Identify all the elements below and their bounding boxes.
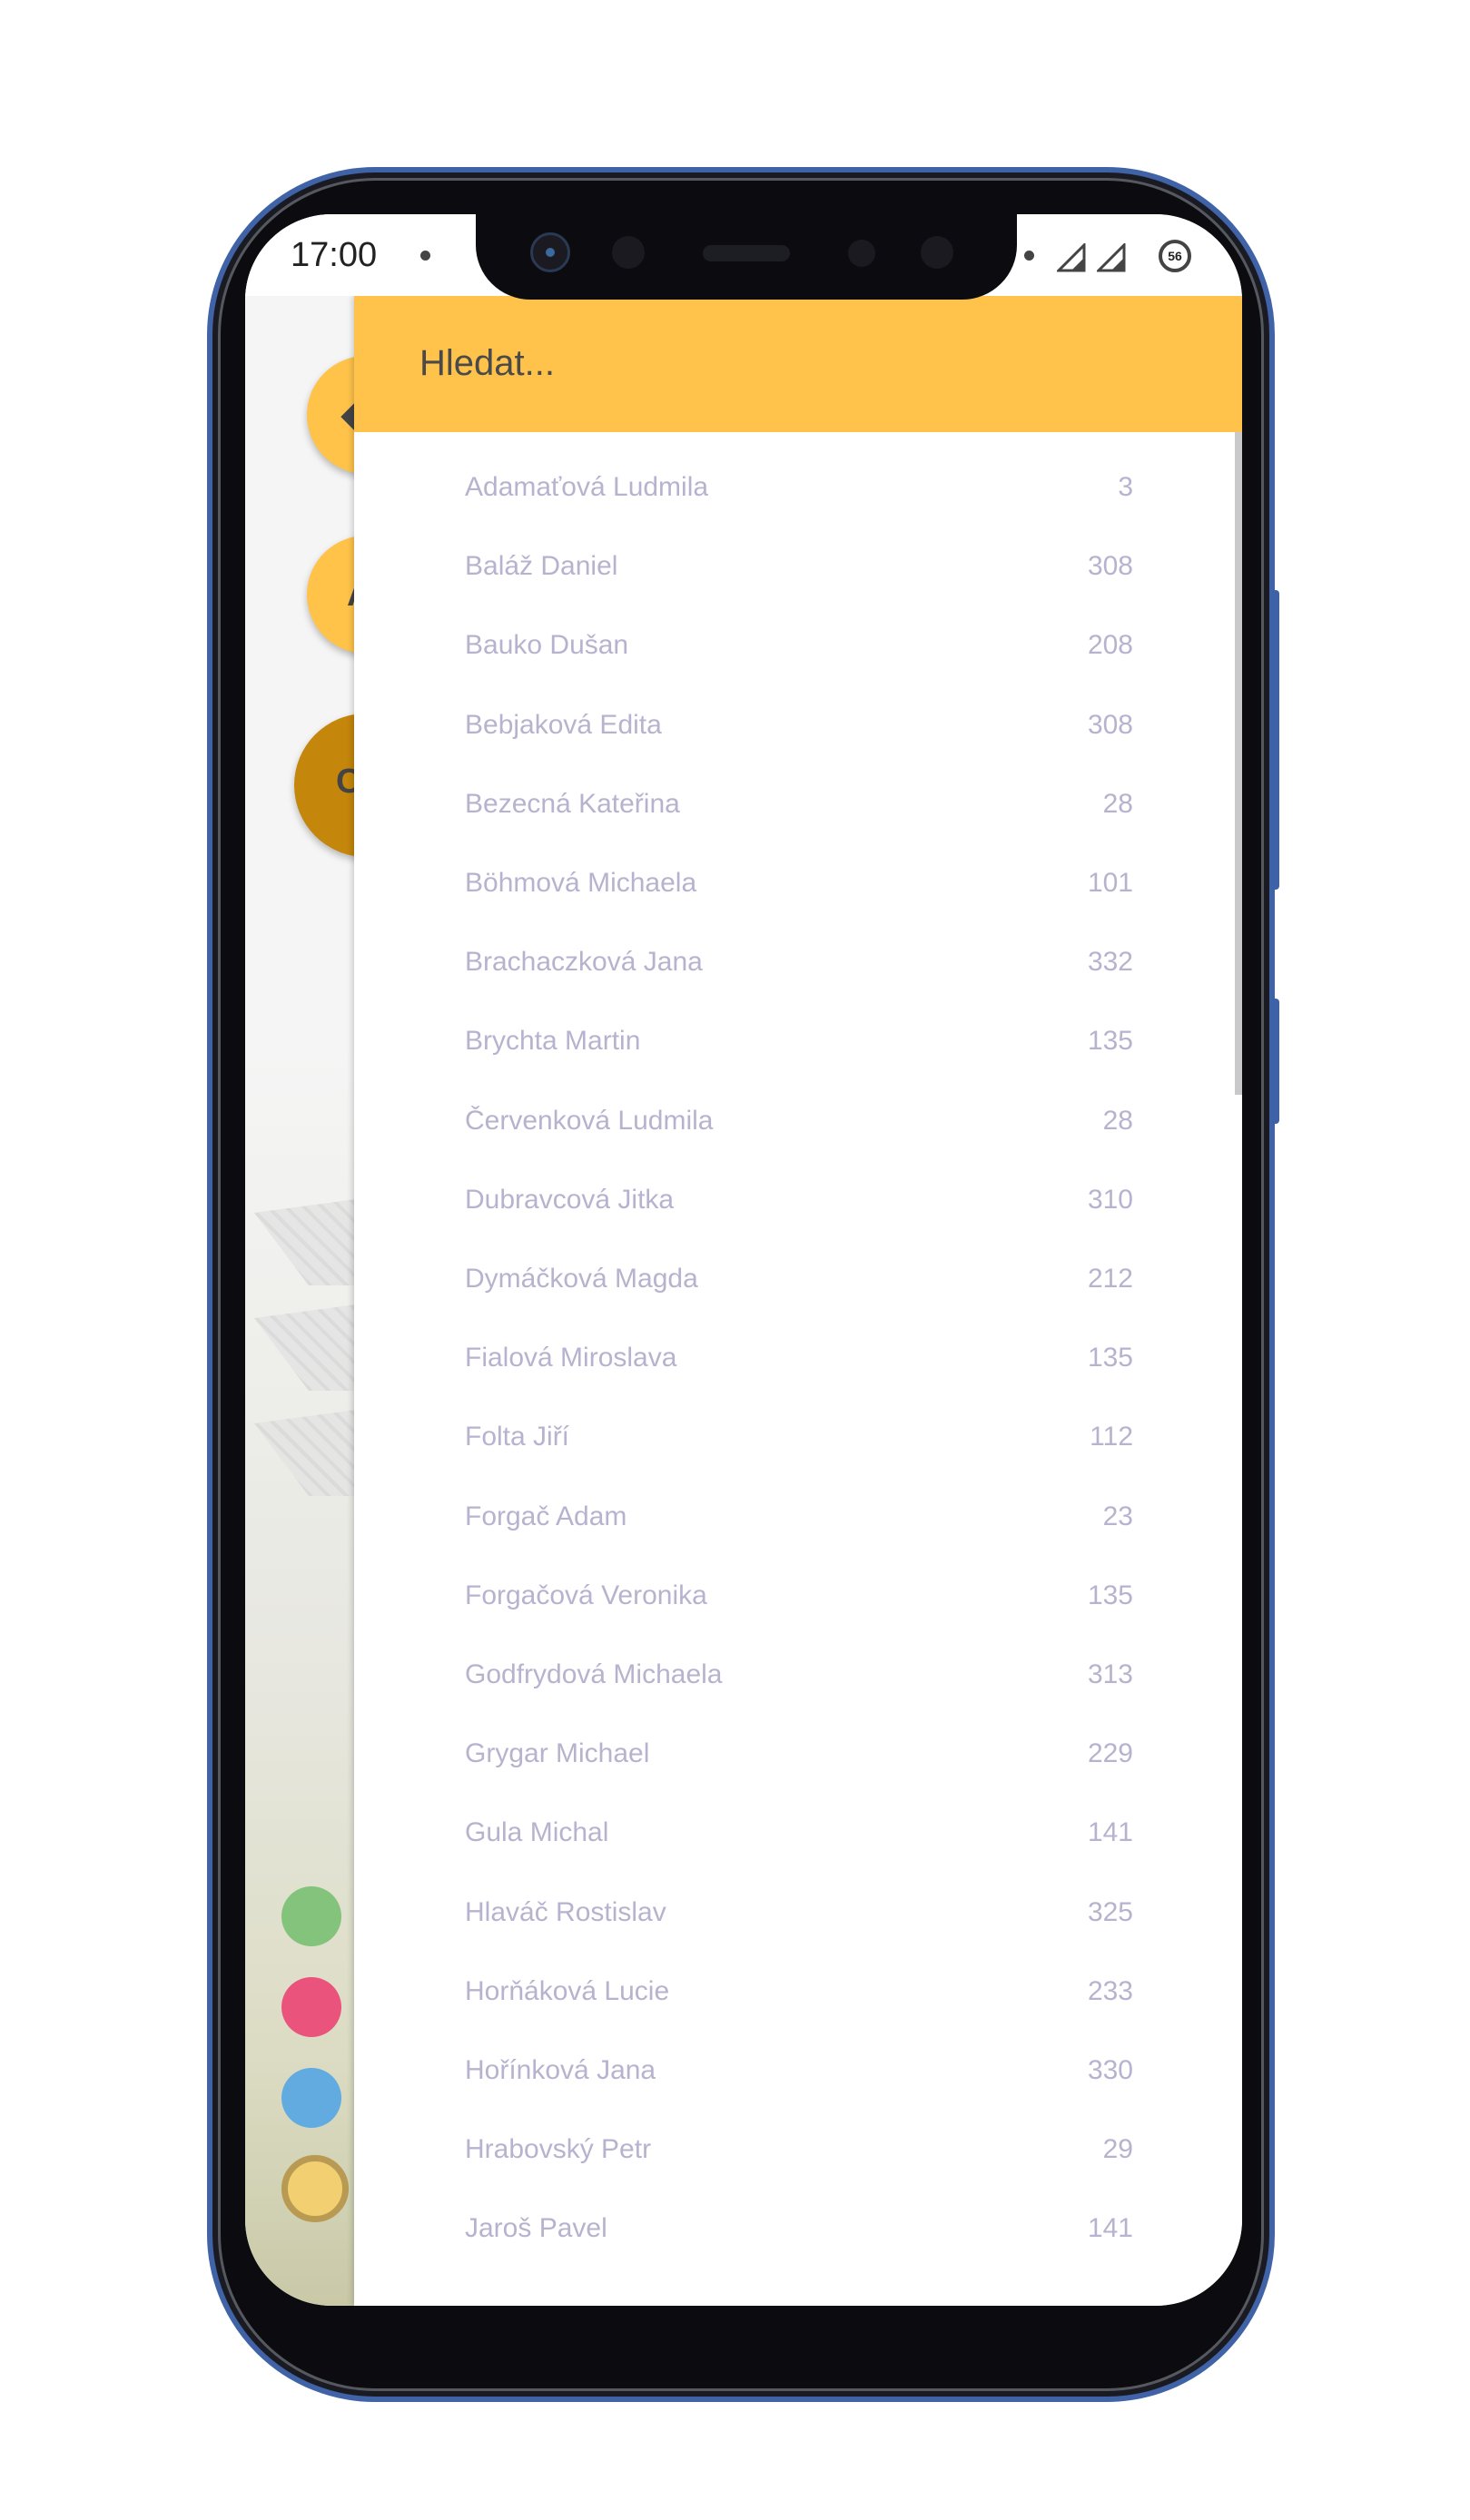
list-item-number: 101 [1087, 868, 1133, 898]
notification-dot-icon [420, 251, 430, 261]
sensor-icon [848, 240, 875, 267]
list-item-number: 135 [1087, 1026, 1133, 1057]
list-item[interactable]: Fialová Miroslava 135 [354, 1321, 1242, 1401]
sensor-icon [921, 236, 953, 269]
list-item-name: Gula Michal [465, 1817, 609, 1848]
phone-screen: ◆ A C 17:00 56 Adamaťová Ludmila 3 Baláž D… [245, 214, 1242, 2306]
list-item-number: 330 [1087, 2055, 1133, 2085]
list-item-number: 135 [1087, 1580, 1133, 1610]
list-item[interactable]: Gula Michal 141 [354, 1796, 1242, 1875]
sensor-icon [612, 236, 645, 269]
list-item[interactable]: Böhmová Michaela 101 [354, 846, 1242, 926]
list-item-number: 208 [1087, 630, 1133, 661]
list-item-name: Hrabovský Petr [465, 2134, 652, 2165]
list-item-name: Böhmová Michaela [465, 868, 697, 898]
list-item[interactable]: Brychta Martin 135 [354, 1004, 1242, 1084]
list-item-number: 141 [1087, 1817, 1133, 1848]
list-item[interactable]: Jaroš Pavel 141 [354, 2191, 1242, 2271]
scrollbar[interactable] [1235, 432, 1242, 1095]
list-item-number: 332 [1087, 947, 1133, 978]
list-item[interactable]: Godfrydová Michaela 313 [354, 1638, 1242, 1718]
list-item-name: Adamaťová Ludmila [465, 472, 709, 502]
list-item-number: 229 [1087, 1738, 1133, 1769]
list-item-name: Forgačová Veronika [465, 1580, 707, 1610]
list-item[interactable]: Forgač Adam 23 [354, 1480, 1242, 1560]
list-item-number: 308 [1087, 551, 1133, 582]
earpiece-speaker [703, 245, 790, 261]
legend-dot-red [281, 1977, 341, 2037]
list-item-number: 212 [1087, 1264, 1133, 1294]
background-app: ◆ A C [245, 214, 438, 2306]
search-bar [354, 296, 1242, 432]
list-item[interactable]: Červenková Ludmila 28 [354, 1084, 1242, 1164]
list-item-number: 325 [1087, 1896, 1133, 1927]
list-item-number: 3 [1118, 472, 1133, 502]
list-item-number: 112 [1090, 1422, 1133, 1452]
search-panel: Adamaťová Ludmila 3 Baláž Daniel 308 Bauko D… [354, 296, 1242, 2306]
list-item-name: Bezecná Kateřina [465, 788, 680, 819]
list-item-number: 310 [1087, 1184, 1133, 1215]
list-item-number: 28 [1102, 788, 1133, 819]
list-item-name: Bebjaková Edita [465, 709, 662, 740]
list-item-name: Dubravcová Jitka [465, 1184, 675, 1215]
list-item-name: Grygar Michael [465, 1738, 650, 1769]
list-item[interactable]: Bauko Dušan 208 [354, 608, 1242, 688]
signal-icon [1097, 243, 1126, 272]
list-item-name: Brychta Martin [465, 1026, 641, 1057]
list-item-name: Bauko Dušan [465, 630, 629, 661]
list-item[interactable]: Bebjaková Edita 308 [354, 688, 1242, 768]
power-button [1269, 999, 1279, 1124]
list-item[interactable]: Forgačová Veronika 135 [354, 1559, 1242, 1639]
list-item[interactable]: Grygar Michael 229 [354, 1717, 1242, 1796]
list-item[interactable]: Dubravcová Jitka 310 [354, 1163, 1242, 1243]
list-item-number: 28 [1102, 1105, 1133, 1136]
legend-dot-yellow [281, 2155, 349, 2222]
list-item-name: Červenková Ludmila [465, 1105, 714, 1136]
list-item-number: 313 [1087, 1659, 1133, 1689]
list-item[interactable]: Hrabovský Petr 29 [354, 2112, 1242, 2192]
list-item[interactable]: Brachaczková Jana 332 [354, 925, 1242, 1005]
front-camera-icon [530, 232, 570, 272]
list-item-name: Brachaczková Jana [465, 947, 703, 978]
list-item-number: 233 [1087, 1975, 1133, 2006]
list-item[interactable]: Bezecná Kateřina 28 [354, 767, 1242, 847]
volume-button [1269, 590, 1279, 890]
list-item-name: Dymáčková Magda [465, 1264, 698, 1294]
display-notch [476, 214, 1017, 300]
list-item[interactable]: Folta Jiří 112 [354, 1400, 1242, 1480]
legend-dot-blue [281, 2068, 341, 2128]
list-item[interactable]: Adamaťová Ludmila 3 [354, 450, 1242, 530]
list-item-name: Baláž Daniel [465, 551, 618, 582]
list-item-name: Horňáková Lucie [465, 1975, 670, 2006]
list-item-name: Hořínková Jana [465, 2055, 656, 2085]
list-item-number: 135 [1087, 1343, 1133, 1373]
list-item[interactable]: Horňáková Lucie 233 [354, 1954, 1242, 2034]
list-item-number: 23 [1102, 1501, 1133, 1531]
list-item-number: 29 [1102, 2134, 1133, 2165]
status-time: 17:00 [291, 236, 378, 274]
list-item-name: Forgač Adam [465, 1501, 627, 1531]
list-item-name: Godfrydová Michaela [465, 1659, 723, 1689]
list-item-name: Hlaváč Rostislav [465, 1896, 666, 1927]
search-input[interactable] [418, 330, 1148, 396]
list-item[interactable]: Baláž Daniel 308 [354, 529, 1242, 609]
list-item-number: 308 [1087, 709, 1133, 740]
list-item-name: Folta Jiří [465, 1422, 570, 1452]
list-item[interactable]: Dymáčková Magda 212 [354, 1242, 1242, 1322]
list-item-name: Jaroš Pavel [465, 2213, 607, 2244]
list-item-name: Fialová Miroslava [465, 1343, 677, 1373]
legend-dot-green [281, 1886, 341, 1946]
signal-icon [1057, 243, 1086, 272]
notification-dot-icon [1024, 251, 1034, 261]
list-item[interactable]: Hlaváč Rostislav 325 [354, 1875, 1242, 1955]
list-item-number: 141 [1087, 2213, 1133, 2244]
list-item[interactable]: Hořínková Jana 330 [354, 2033, 1242, 2113]
battery-icon: 56 [1159, 240, 1191, 272]
